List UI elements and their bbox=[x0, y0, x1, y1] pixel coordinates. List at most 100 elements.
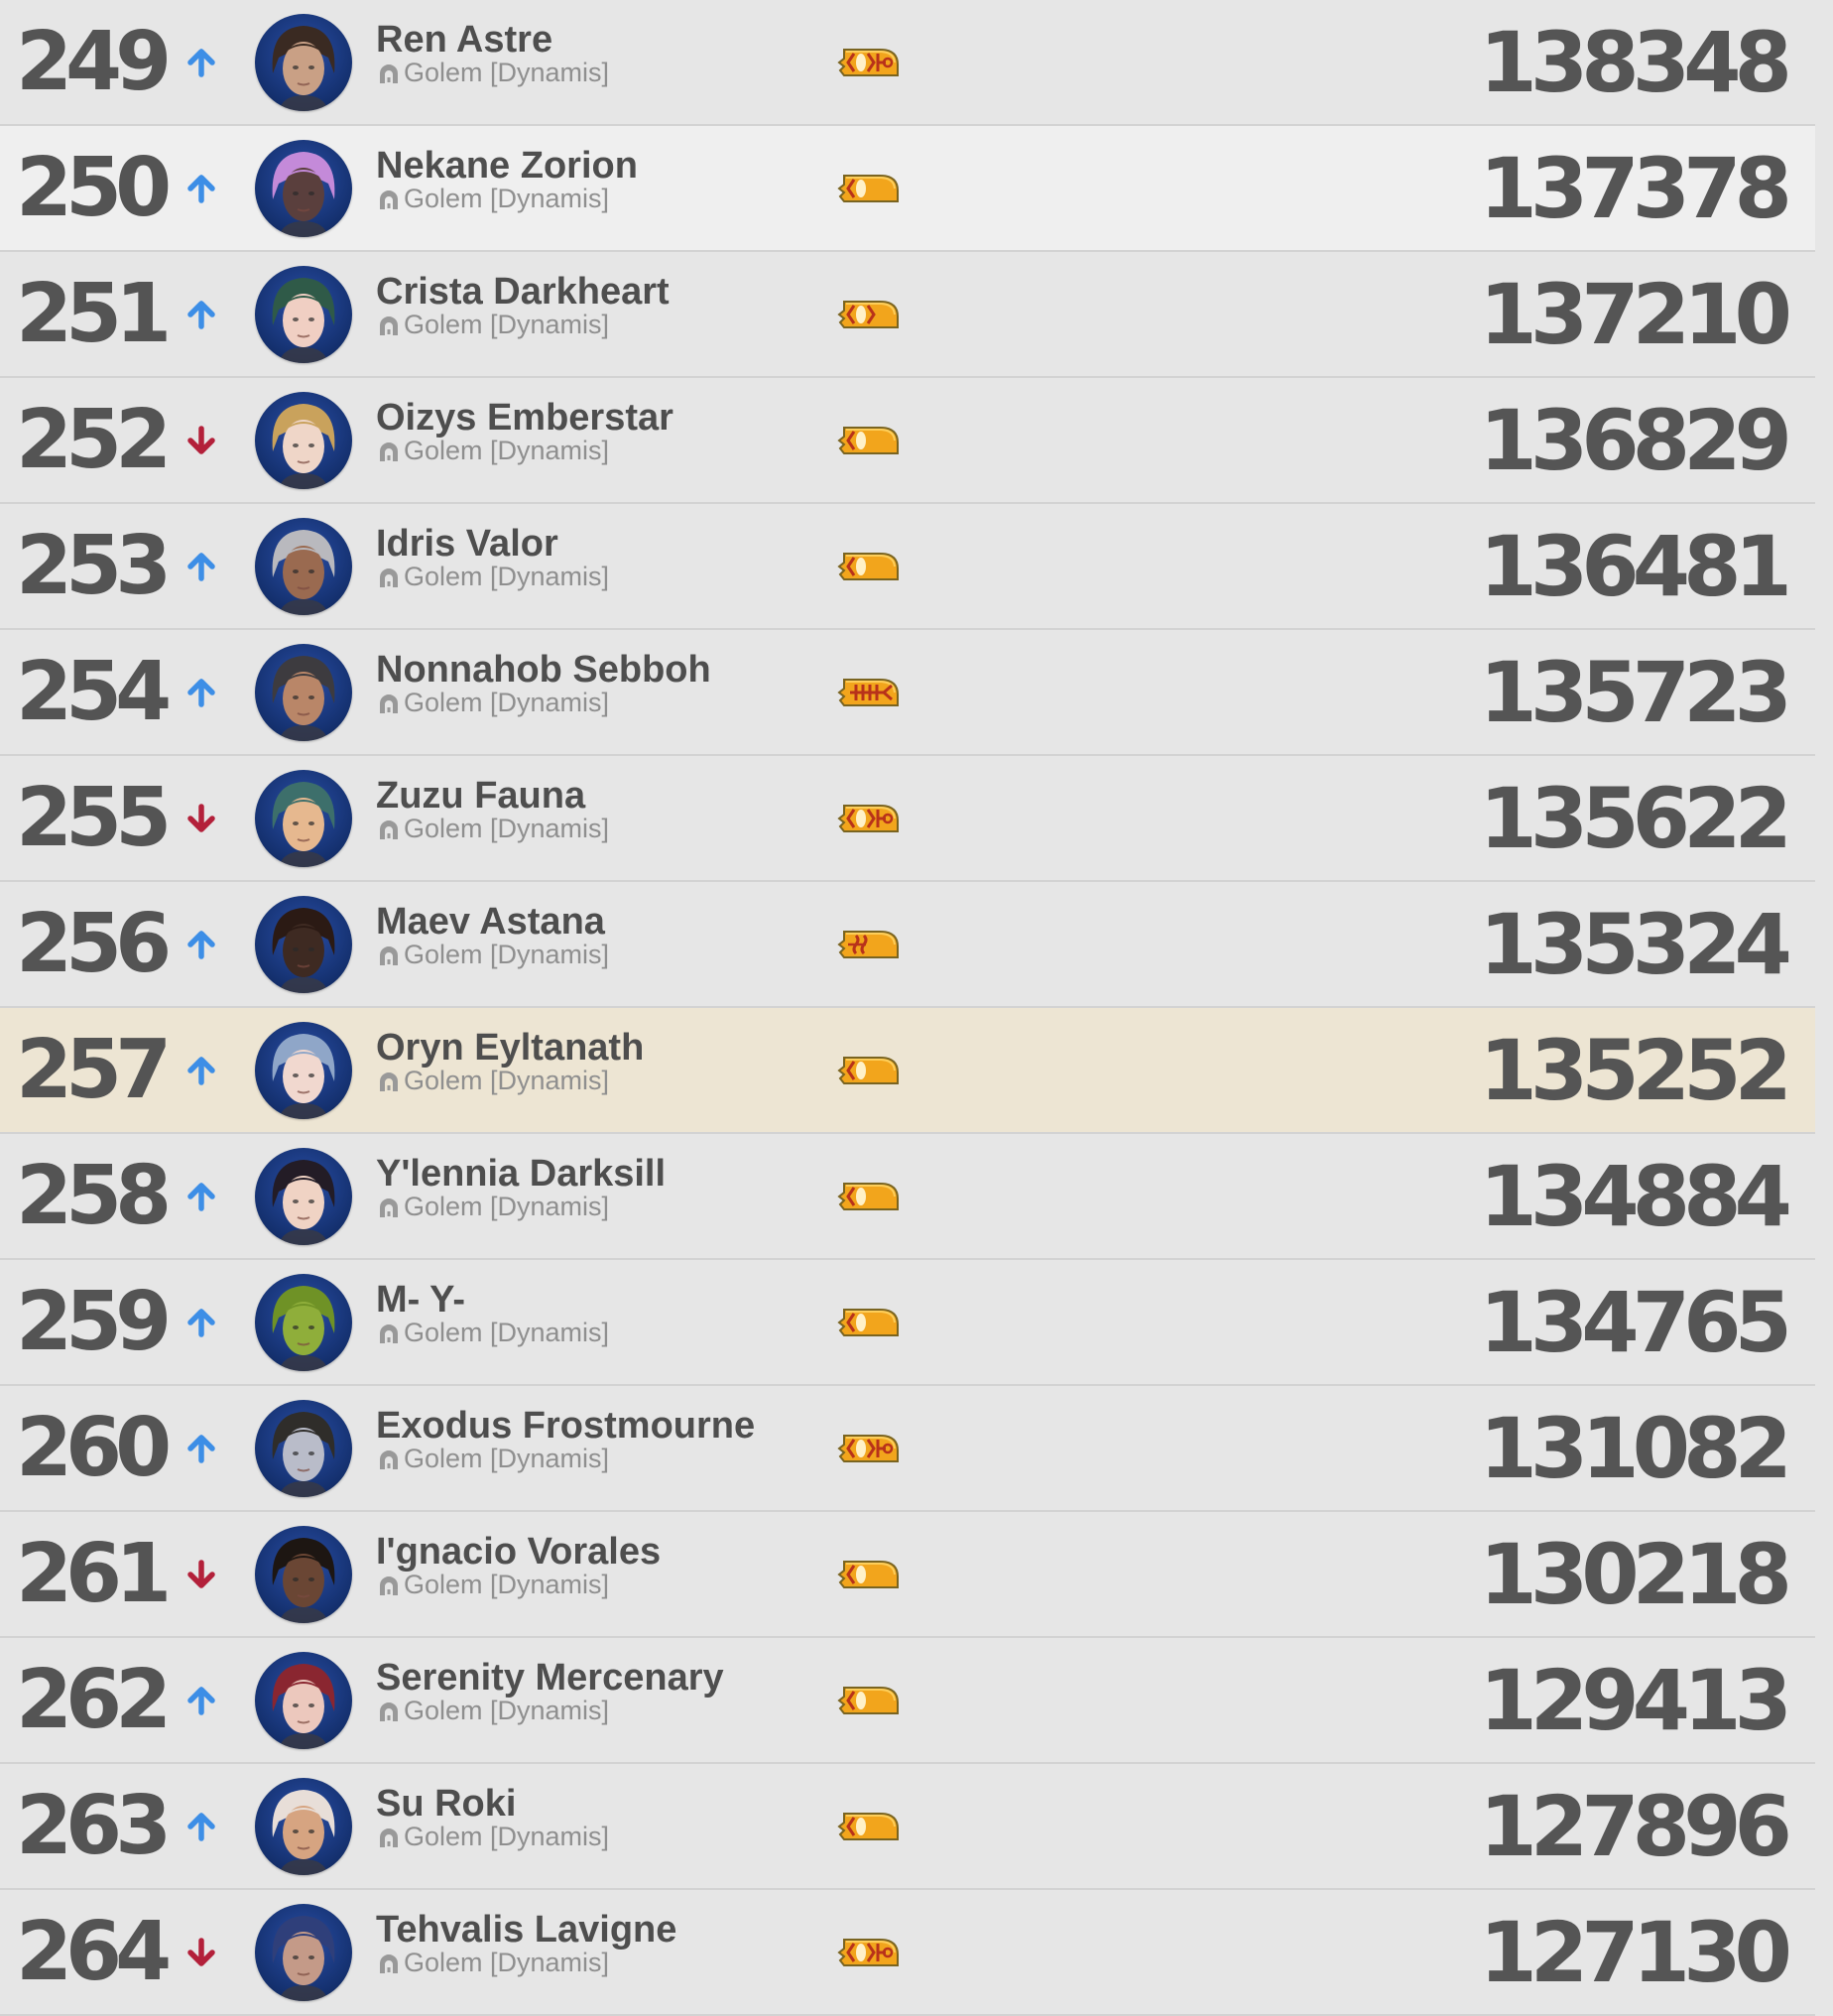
character-avatar[interactable] bbox=[255, 265, 352, 363]
character-name[interactable]: Exodus Frostmourne bbox=[376, 1407, 755, 1445]
score-value: 134884 bbox=[1479, 1147, 1792, 1245]
character-avatar[interactable] bbox=[255, 895, 352, 993]
character-name[interactable]: I'gnacio Vorales bbox=[376, 1533, 661, 1571]
home-world: Golem [Dynamis] bbox=[377, 1824, 609, 1850]
character-name[interactable]: Su Roki bbox=[376, 1785, 516, 1823]
trend-up-arrow-icon bbox=[184, 1684, 218, 1717]
character-name[interactable]: Oizys Emberstar bbox=[376, 399, 673, 437]
rank-badge-chevrons-icon bbox=[836, 295, 902, 334]
character-avatar[interactable] bbox=[255, 769, 352, 867]
leaderboard-row[interactable]: 258 Y'lennia Darksill Golem [Dynamis] 13… bbox=[0, 1134, 1815, 1260]
leaderboard-row[interactable]: 257 Oryn Eyltanath Golem [Dynamis] 13525… bbox=[0, 1008, 1815, 1134]
home-world-label: Golem [Dynamis] bbox=[404, 184, 610, 213]
home-world-icon bbox=[377, 441, 401, 462]
leaderboard-row[interactable]: 255 Zuzu Fauna Golem [Dynamis] 135622 bbox=[0, 756, 1815, 882]
home-world: Golem [Dynamis] bbox=[377, 1320, 609, 1346]
character-name[interactable]: Zuzu Fauna bbox=[376, 777, 585, 815]
home-world-icon bbox=[377, 63, 401, 84]
character-avatar[interactable] bbox=[255, 13, 352, 111]
character-name[interactable]: Crista Darkheart bbox=[376, 273, 670, 311]
rank-badge-plain-icon bbox=[836, 547, 902, 586]
home-world-label: Golem [Dynamis] bbox=[404, 1948, 610, 1977]
character-avatar[interactable] bbox=[255, 139, 352, 237]
rank-badge-fishbone-icon bbox=[836, 673, 902, 712]
home-world: Golem [Dynamis] bbox=[377, 690, 609, 716]
home-world-label: Golem [Dynamis] bbox=[404, 1192, 610, 1221]
rank-number: 262 bbox=[16, 1652, 172, 1747]
score-value: 135622 bbox=[1479, 769, 1792, 867]
home-world-label: Golem [Dynamis] bbox=[404, 814, 610, 843]
score-value: 131082 bbox=[1479, 1399, 1792, 1497]
home-world-icon bbox=[377, 1197, 401, 1218]
trend-down-arrow-icon bbox=[184, 1936, 218, 1969]
score-value: 127130 bbox=[1479, 1903, 1792, 2001]
rank-number: 257 bbox=[16, 1022, 172, 1117]
trend-up-arrow-icon bbox=[184, 1054, 218, 1087]
leaderboard-row[interactable]: 262 Serenity Mercenary Golem [Dynamis] 1… bbox=[0, 1638, 1815, 1764]
character-avatar[interactable] bbox=[255, 1651, 352, 1749]
leaderboard-row[interactable]: 249 Ren Astre Golem [Dynamis] 138348 bbox=[0, 0, 1815, 126]
character-avatar[interactable] bbox=[255, 1399, 352, 1497]
leaderboard-row[interactable]: 261 I'gnacio Vorales Golem [Dynamis] 130… bbox=[0, 1512, 1815, 1638]
home-world: Golem [Dynamis] bbox=[377, 1950, 609, 1976]
character-name[interactable]: Maev Astana bbox=[376, 903, 605, 941]
home-world-label: Golem [Dynamis] bbox=[404, 1570, 610, 1599]
leaderboard-row[interactable]: 264 Tehvalis Lavigne Golem [Dynamis] 127… bbox=[0, 1890, 1815, 2016]
character-name[interactable]: Ren Astre bbox=[376, 21, 552, 59]
character-avatar[interactable] bbox=[255, 1147, 352, 1245]
leaderboard-row[interactable]: 263 Su Roki Golem [Dynamis] 127896 bbox=[0, 1764, 1815, 1890]
score-value: 138348 bbox=[1479, 13, 1792, 111]
leaderboard-row[interactable]: 260 Exodus Frostmourne Golem [Dynamis] 1… bbox=[0, 1386, 1815, 1512]
character-name[interactable]: Oryn Eyltanath bbox=[376, 1029, 644, 1067]
leaderboard-row[interactable]: 256 Maev Astana Golem [Dynamis] 135324 bbox=[0, 882, 1815, 1008]
character-name[interactable]: Serenity Mercenary bbox=[376, 1659, 724, 1697]
leaderboard-row[interactable]: 250 Nekane Zorion Golem [Dynamis] 137378 bbox=[0, 126, 1815, 252]
home-world-label: Golem [Dynamis] bbox=[404, 1444, 610, 1473]
character-avatar[interactable] bbox=[255, 1525, 352, 1623]
leaderboard-row[interactable]: 251 Crista Darkheart Golem [Dynamis] 137… bbox=[0, 252, 1815, 378]
rank-number: 261 bbox=[16, 1526, 172, 1621]
character-avatar[interactable] bbox=[255, 1273, 352, 1371]
trend-up-arrow-icon bbox=[184, 298, 218, 331]
character-avatar[interactable] bbox=[255, 1021, 352, 1119]
rank-number: 258 bbox=[16, 1148, 172, 1243]
leaderboard-row[interactable]: 253 Idris Valor Golem [Dynamis] 136481 bbox=[0, 504, 1815, 630]
leaderboard-row[interactable]: 252 Oizys Emberstar Golem [Dynamis] 1368… bbox=[0, 378, 1815, 504]
rank-badge-plain-icon bbox=[836, 1807, 902, 1846]
rank-badge-waves-icon bbox=[836, 925, 902, 964]
character-avatar[interactable] bbox=[255, 391, 352, 489]
character-avatar[interactable] bbox=[255, 643, 352, 741]
home-world: Golem [Dynamis] bbox=[377, 1572, 609, 1598]
character-name[interactable]: M- Y- bbox=[376, 1281, 465, 1319]
rank-badge-plain-icon bbox=[836, 169, 902, 208]
rank-number: 264 bbox=[16, 1904, 172, 1999]
character-name[interactable]: Tehvalis Lavigne bbox=[376, 1911, 676, 1949]
score-value: 137210 bbox=[1479, 265, 1792, 363]
rank-number: 254 bbox=[16, 644, 172, 739]
leaderboard-row[interactable]: 254 Nonnahob Sebboh Golem [Dynamis] 1357… bbox=[0, 630, 1815, 756]
rank-number: 251 bbox=[16, 266, 172, 361]
character-avatar[interactable] bbox=[255, 1903, 352, 2001]
home-world-icon bbox=[377, 1323, 401, 1344]
rank-number: 263 bbox=[16, 1778, 172, 1873]
home-world: Golem [Dynamis] bbox=[377, 942, 609, 968]
leaderboard-row[interactable]: 259 M- Y- Golem [Dynamis] 134765 bbox=[0, 1260, 1815, 1386]
character-avatar[interactable] bbox=[255, 1777, 352, 1875]
trend-down-arrow-icon bbox=[184, 1558, 218, 1591]
character-name[interactable]: Idris Valor bbox=[376, 525, 558, 563]
score-value: 134765 bbox=[1479, 1273, 1792, 1371]
home-world-label: Golem [Dynamis] bbox=[404, 1696, 610, 1725]
home-world-label: Golem [Dynamis] bbox=[404, 562, 610, 591]
trend-up-arrow-icon bbox=[184, 46, 218, 79]
score-value: 129413 bbox=[1479, 1651, 1792, 1749]
character-avatar[interactable] bbox=[255, 517, 352, 615]
home-world-label: Golem [Dynamis] bbox=[404, 688, 610, 717]
character-name[interactable]: Nekane Zorion bbox=[376, 147, 638, 185]
home-world: Golem [Dynamis] bbox=[377, 1446, 609, 1472]
character-name[interactable]: Y'lennia Darksill bbox=[376, 1155, 666, 1193]
trend-up-arrow-icon bbox=[184, 676, 218, 709]
trend-up-arrow-icon bbox=[184, 1306, 218, 1339]
character-name[interactable]: Nonnahob Sebboh bbox=[376, 651, 711, 689]
home-world: Golem [Dynamis] bbox=[377, 312, 609, 338]
trend-up-arrow-icon bbox=[184, 1180, 218, 1213]
